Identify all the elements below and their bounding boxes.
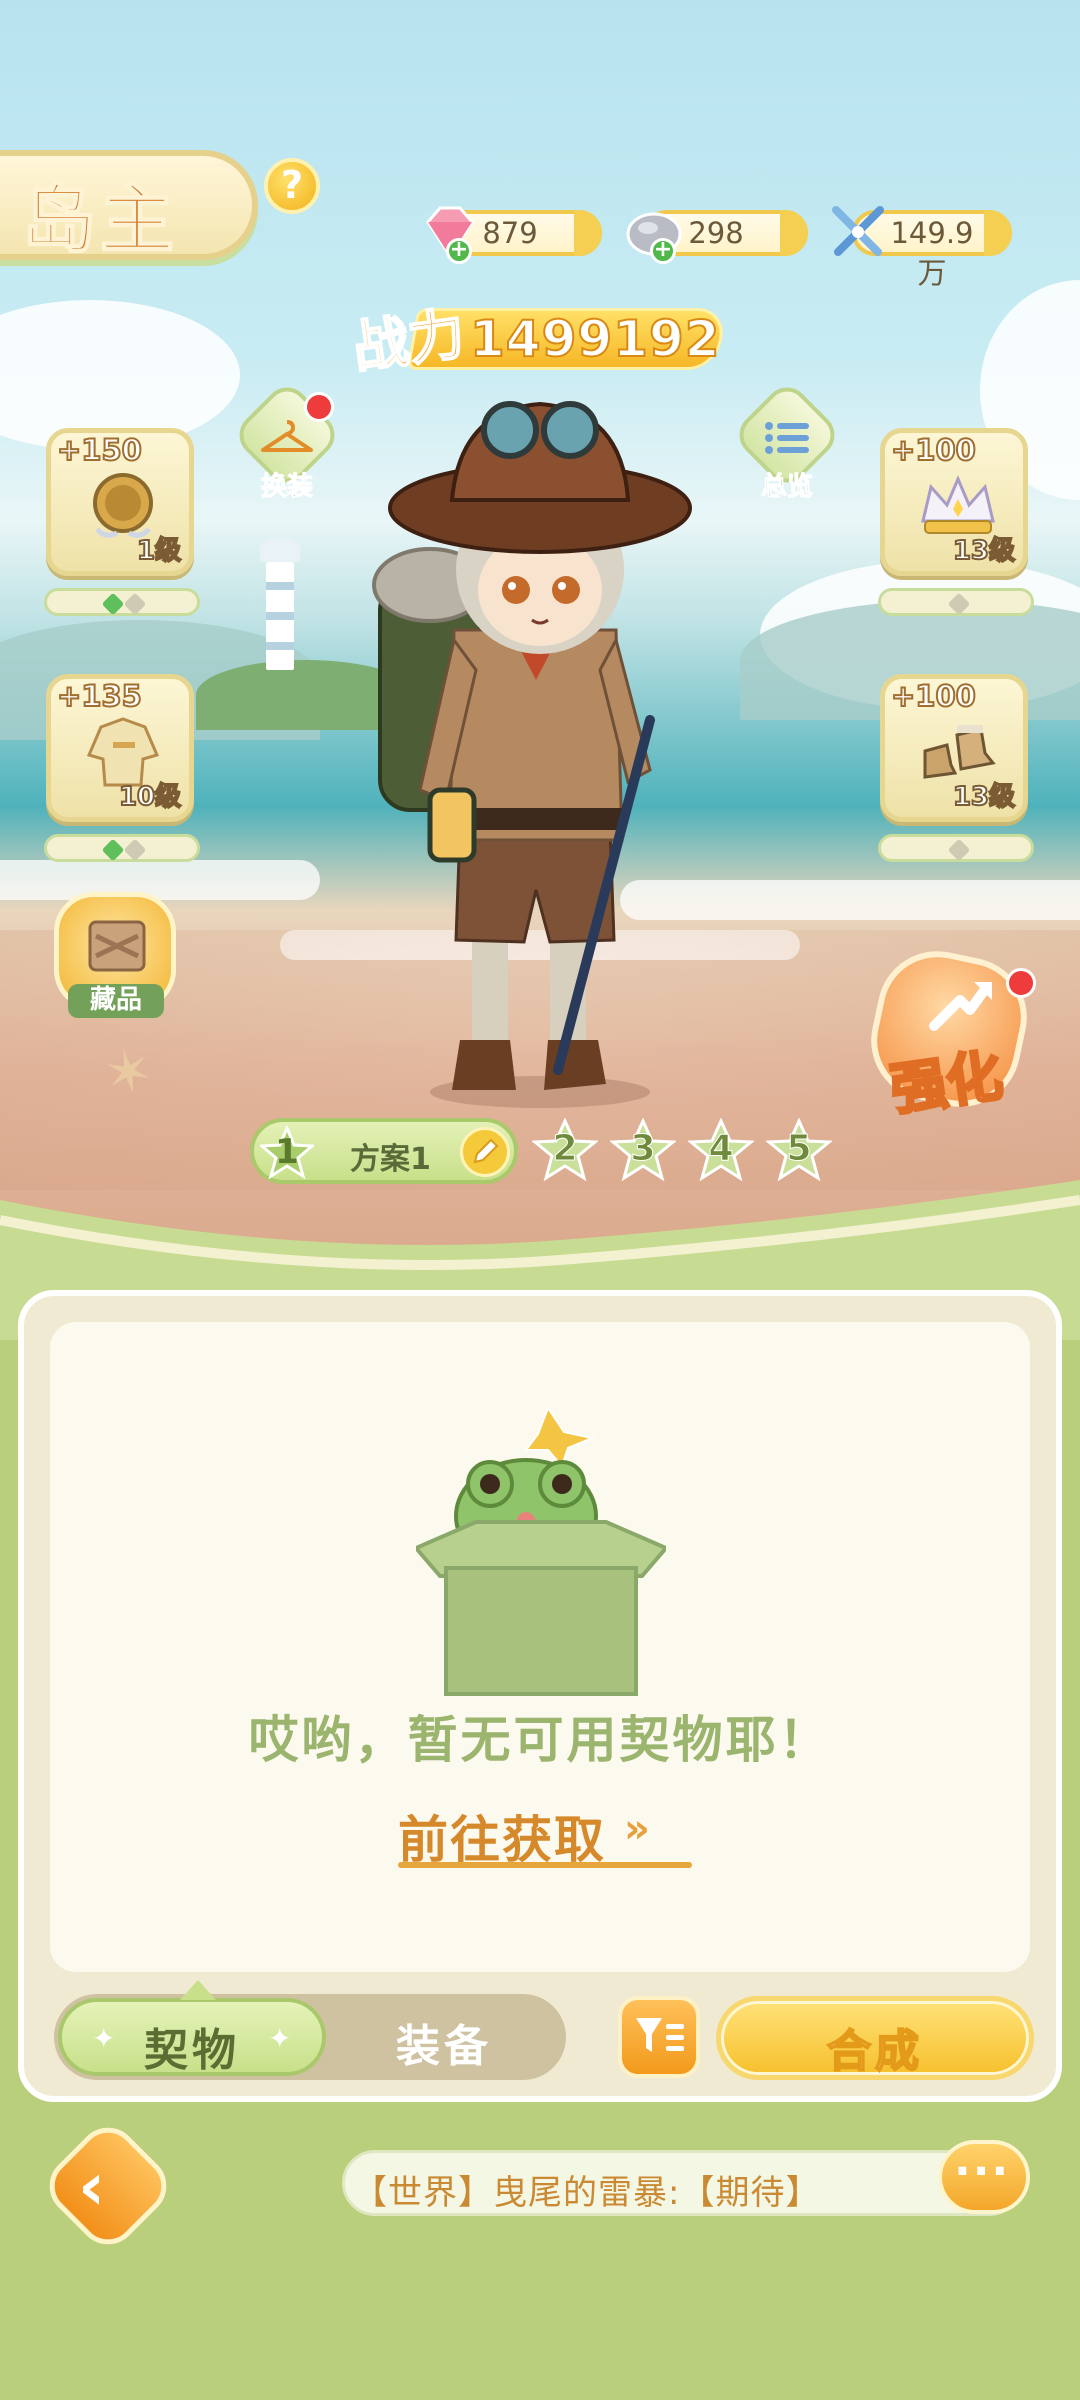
empty-state-message: 哎哟，暂无可用契物耶！ — [248, 1711, 832, 1769]
compose-button[interactable]: 合成 — [716, 1996, 1034, 2080]
crossed-swords-icon — [832, 206, 884, 256]
collection-label: 藏品 — [68, 984, 164, 1018]
back-button[interactable]: ‹ — [37, 2115, 179, 2257]
plan-tab-4[interactable]: 4 — [687, 1117, 755, 1184]
treasure-map-icon — [88, 920, 146, 972]
slot-bonus: +135 — [56, 678, 143, 714]
gem-empty — [123, 592, 147, 616]
slot-gem-bar — [44, 588, 200, 616]
tab-pointer — [180, 1980, 216, 2000]
gem-empty — [123, 838, 147, 862]
plan-number: 3 — [630, 1128, 656, 1170]
plan-number: 2 — [552, 1128, 578, 1170]
dots-icon: ··· — [954, 2146, 1011, 2197]
power-label: 战力 — [348, 300, 470, 382]
sparkle-icon: ✦ — [268, 2022, 292, 2055]
upgrade-arrow-icon — [929, 982, 992, 1031]
notification-dot — [1006, 968, 1036, 998]
frog-in-box-illustration — [416, 1408, 666, 1696]
gem-filled — [101, 838, 125, 862]
add-gems-button[interactable]: + — [446, 238, 472, 264]
chat-message: 【世界】曳尾的雷暴:【期待】 — [353, 2173, 821, 2213]
double-chevron-icon: » — [624, 1806, 650, 1852]
combat-power: 战力 1499192 — [348, 300, 730, 382]
slot-bonus: +100 — [890, 678, 977, 714]
page-title: 岛主 — [21, 176, 178, 264]
slot-level: 1级 — [136, 535, 182, 567]
plan-tab-active[interactable]: 1 方案1 — [250, 1118, 518, 1184]
tab-contracts[interactable]: ✦ 契物 ✦ — [58, 1980, 326, 2076]
outfit-button[interactable]: 换装 — [230, 378, 344, 503]
filter-button[interactable] — [618, 1996, 700, 2078]
back-arrow-icon: ‹ — [78, 2148, 106, 2225]
slot-gem-bar — [878, 834, 1034, 862]
power-value: 1499192 — [469, 309, 721, 369]
plan-number: 4 — [708, 1128, 734, 1170]
equipment-slot-boots[interactable]: +100 13级 — [880, 674, 1028, 822]
slot-gem-bar — [878, 588, 1034, 616]
add-ore-button[interactable]: + — [650, 238, 676, 264]
slot-bonus: +100 — [890, 432, 977, 468]
goto-underline — [398, 1862, 692, 1868]
chat-button[interactable]: ··· — [938, 2140, 1034, 2226]
compose-label: 合成 — [826, 2025, 923, 2078]
plan-tab-2[interactable]: 2 — [531, 1117, 599, 1184]
plan-tab-5[interactable]: 5 — [765, 1117, 833, 1184]
equipment-slot-medal[interactable]: +150 1级 — [46, 428, 194, 576]
list-icon — [765, 422, 809, 454]
slot-bonus: +150 — [56, 432, 143, 468]
pencil-icon — [473, 1138, 499, 1164]
slot-level: 10级 — [118, 781, 182, 813]
goto-obtain-link[interactable]: 前往获取 » — [398, 1800, 694, 1869]
notification-dot — [304, 392, 334, 422]
enhance-button[interactable]: 强化 — [860, 940, 1038, 1125]
outfit-label: 换装 — [260, 472, 313, 503]
hanger-icon — [261, 420, 313, 452]
equipment-slot-clothing[interactable]: +135 10级 — [46, 674, 194, 822]
collection-button[interactable]: 藏品 — [48, 888, 186, 1026]
category-tabs: ✦ 契物 ✦ 装备 — [54, 1980, 566, 2080]
overview-button[interactable]: 总览 — [730, 378, 844, 503]
tab-equipment[interactable]: 装备 — [354, 2010, 534, 2074]
plan-number: 5 — [786, 1128, 812, 1170]
slot-gem-bar — [44, 834, 200, 862]
gem-empty — [947, 838, 971, 862]
edit-plan-button[interactable] — [460, 1127, 510, 1177]
character-avatar — [372, 401, 692, 1108]
equipment-slot-crown[interactable]: +100 13级 — [880, 428, 1028, 576]
world-chat-bar[interactable]: 【世界】曳尾的雷暴:【期待】 — [342, 2150, 1022, 2216]
gem-empty — [947, 592, 971, 616]
overview-label: 总览 — [760, 472, 813, 503]
filter-icon — [636, 2018, 684, 2052]
slot-level: 13级 — [952, 535, 1016, 567]
lighthouse — [260, 538, 300, 670]
plan-tab-3[interactable]: 3 — [609, 1117, 677, 1184]
slot-level: 13级 — [952, 781, 1016, 813]
enhance-label: 强化 — [885, 1042, 1008, 1125]
help-button[interactable]: ? — [264, 158, 320, 214]
gem-filled — [101, 592, 125, 616]
plan-number-badge: 1 — [258, 1124, 316, 1180]
plan-number: 1 — [275, 1132, 299, 1172]
button-frame — [37, 2115, 179, 2257]
sword-count: 149.9万 — [890, 216, 974, 290]
plan-name: 方案1 — [350, 1142, 431, 1177]
